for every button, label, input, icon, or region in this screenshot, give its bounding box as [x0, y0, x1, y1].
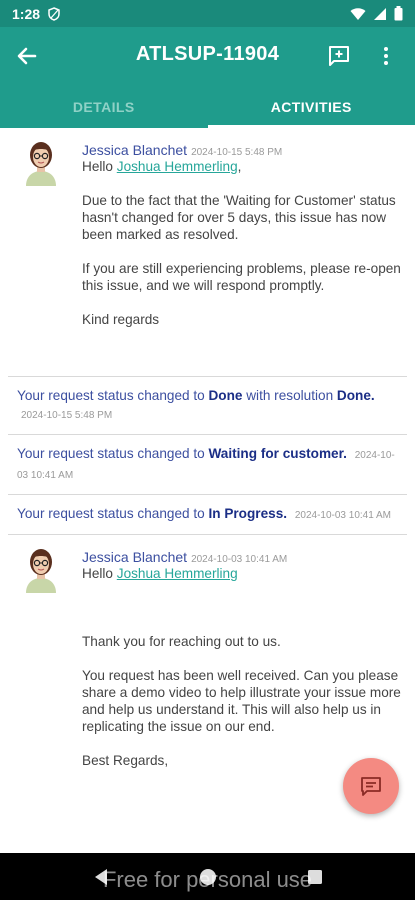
comment-paragraph: Kind regards — [82, 312, 160, 327]
comment-author[interactable]: Jessica Blanchet — [82, 142, 187, 158]
comment-paragraph: Thank you for reaching out to us. — [82, 634, 281, 649]
status-timestamp: 2024-10-15 5:48 PM — [21, 410, 113, 421]
status-change-item: Your request status changed to Waiting f… — [17, 446, 395, 481]
user-mention-link[interactable]: Joshua Hemmerling — [117, 566, 238, 581]
comment-greeting: Hello Joshua Hemmerling, — [82, 159, 242, 174]
tab-bar: DETAILS ACTIVITIES — [0, 85, 415, 128]
comment-paragraph: Due to the fact that the 'Waiting for Cu… — [82, 193, 396, 242]
user-mention-link[interactable]: Joshua Hemmerling — [117, 159, 238, 174]
activity-feed[interactable]: Jessica Blanchet 2024-10-15 5:48 PM Hell… — [0, 128, 415, 853]
comment-paragraph: If you are still experiencing problems, … — [82, 261, 401, 293]
app-bar: ATLSUP-11904 — [0, 27, 415, 85]
arrow-left-icon — [17, 47, 37, 65]
shield-icon — [48, 6, 60, 21]
status-value: Waiting for customer. — [208, 446, 347, 461]
tab-details[interactable]: DETAILS — [0, 85, 208, 128]
tab-activities[interactable]: ACTIVITIES — [207, 85, 415, 128]
chat-bubble-icon — [361, 777, 381, 796]
nav-home-icon[interactable] — [199, 868, 217, 886]
comment-item: Jessica Blanchet 2024-10-15 5:48 PM Hell… — [0, 128, 415, 376]
more-vertical-icon — [384, 47, 388, 65]
system-nav-bar — [0, 853, 415, 900]
add-comment-icon — [329, 46, 349, 66]
status-timestamp: 2024-10-03 10:41 AM — [294, 510, 392, 521]
battery-icon — [394, 6, 403, 21]
comment-item: Jessica Blanchet 2024-10-03 10:41 AM Hel… — [0, 535, 415, 783]
comment-author[interactable]: Jessica Blanchet — [82, 549, 187, 565]
resolution-value: Done. — [336, 388, 375, 403]
comment-greeting: Hello Joshua Hemmerling — [82, 566, 238, 581]
comment-timestamp: 2024-10-03 10:41 AM — [191, 554, 288, 565]
add-comment-button[interactable] — [324, 41, 354, 71]
nav-back-icon[interactable] — [93, 868, 109, 886]
status-value: In Progress. — [208, 506, 288, 521]
back-button[interactable] — [12, 41, 42, 71]
avatar — [26, 549, 56, 593]
status-time: 1:28 — [12, 5, 41, 22]
status-change-item: Your request status changed to In Progre… — [17, 506, 392, 521]
comment-paragraph: You request has been well received. Can … — [82, 668, 401, 734]
status-bar: 1:28 — [0, 0, 415, 27]
avatar — [26, 142, 56, 186]
comment-body: Hello Joshua Hemmerling, Due to the fact… — [82, 158, 403, 362]
comment-body: Hello Joshua Hemmerling Thank you for re… — [82, 565, 403, 769]
comment-fab[interactable] — [343, 758, 399, 814]
signal-icon — [374, 7, 386, 20]
comment-timestamp: 2024-10-15 5:48 PM — [191, 147, 283, 158]
nav-recents-icon[interactable] — [307, 869, 323, 885]
wifi-icon — [350, 7, 366, 20]
status-change-item: Your request status changed to Done with… — [17, 388, 375, 421]
status-value: Done — [208, 388, 243, 403]
more-options-button[interactable] — [374, 41, 398, 71]
